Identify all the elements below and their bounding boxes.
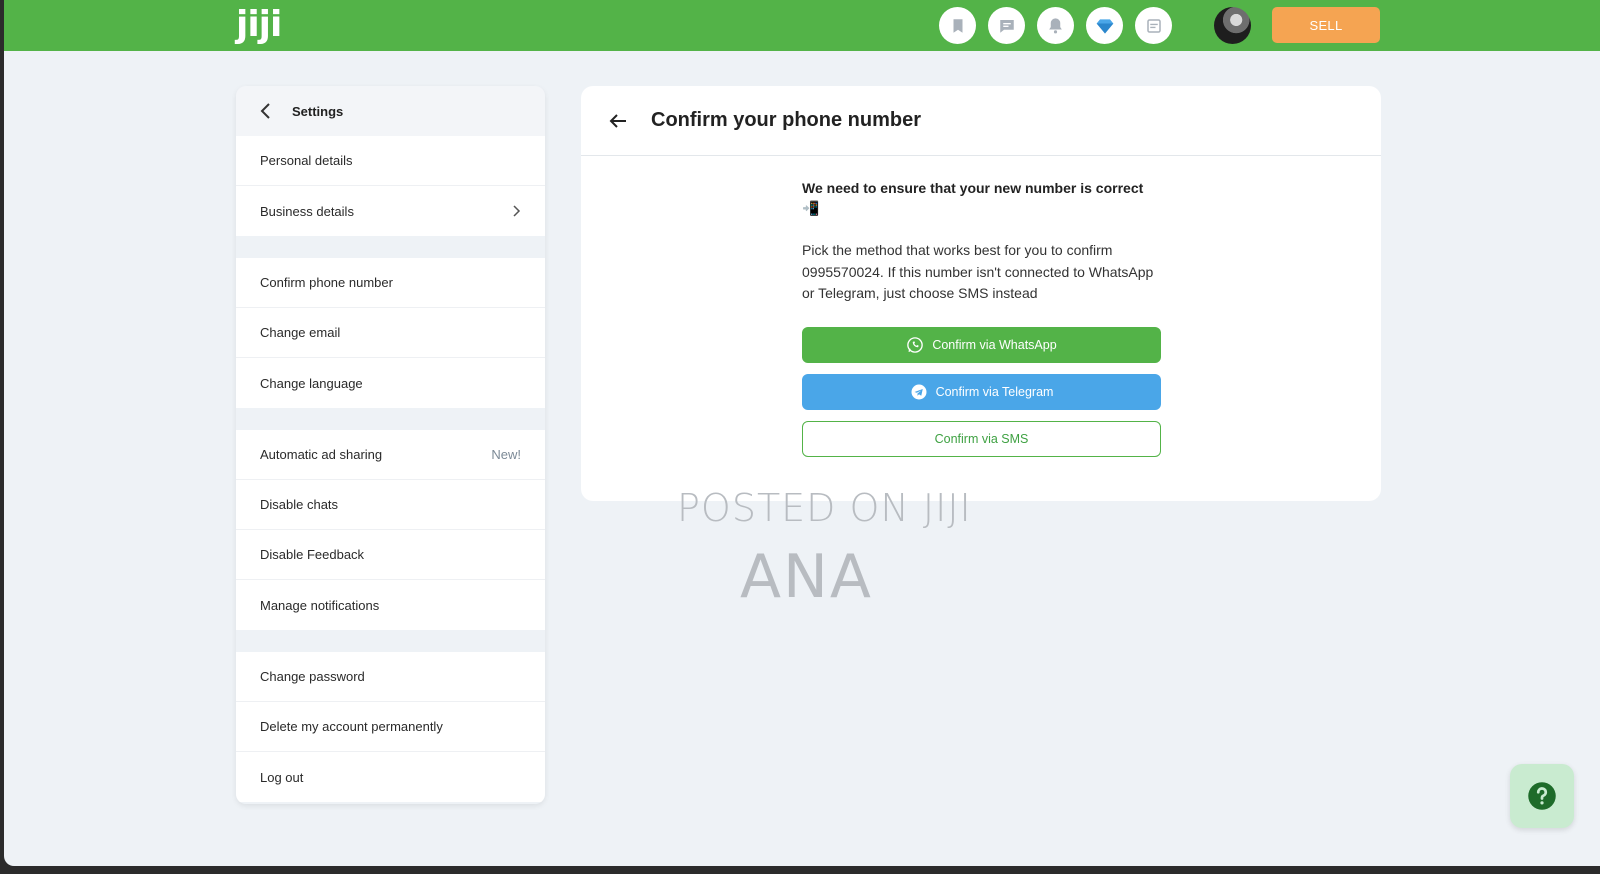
sidebar-item-label: Disable Feedback — [260, 547, 365, 562]
whatsapp-button-label: Confirm via WhatsApp — [932, 337, 1057, 352]
sidebar-group: Change password Delete my account permane… — [236, 652, 545, 802]
sidebar-menu: Personal details Business details Confirm … — [236, 136, 545, 802]
sidebar-item-label: Change email — [260, 325, 341, 340]
sidebar-item-label: Disable chats — [260, 497, 339, 512]
whatsapp-icon — [906, 336, 924, 354]
sidebar-group: Automatic ad sharing New! Disable chats Dis… — [236, 430, 545, 630]
lead-text: We need to ensure that your new number i… — [802, 180, 1144, 216]
sidebar-item-label: Personal details — [260, 153, 353, 168]
sidebar-group-divider — [236, 236, 545, 258]
new-badge: New! — [491, 447, 521, 462]
sidebar-item-log-out[interactable]: Log out — [236, 752, 545, 802]
sidebar-item-business-details[interactable]: Business details — [236, 186, 545, 236]
bookmark-icon[interactable] — [939, 7, 976, 44]
sidebar-title: Settings — [292, 103, 344, 119]
confirm-telegram-button[interactable]: Confirm via Telegram — [802, 373, 1161, 410]
telegram-icon — [910, 383, 928, 401]
card-body: We need to ensure that your new number i… — [802, 178, 1162, 457]
chat-icon[interactable] — [988, 7, 1025, 44]
sidebar-item-label: Log out — [260, 769, 304, 785]
sidebar-group: Personal details Business details — [236, 136, 545, 236]
sidebar-item-disable-feedback[interactable]: Disable Feedback — [236, 530, 545, 580]
help-button[interactable] — [1510, 764, 1574, 828]
user-avatar[interactable] — [1214, 7, 1251, 44]
confirm-whatsapp-button[interactable]: Confirm via WhatsApp — [802, 326, 1161, 363]
sidebar-item-change-password[interactable]: Change password — [236, 652, 545, 702]
watermark-posted-on: POSTED ON JIJI — [677, 486, 972, 530]
sidebar-item-delete-my-account-permanently[interactable]: Delete my account permanently — [236, 702, 545, 752]
sidebar-header[interactable]: Settings — [236, 86, 545, 136]
adverts-icon[interactable] — [1135, 7, 1172, 44]
page-title: Confirm your phone number — [651, 109, 921, 131]
sidebar-item-manage-notifications[interactable]: Manage notifications — [236, 580, 545, 630]
bell-icon[interactable] — [1037, 7, 1074, 44]
back-chevron-icon[interactable] — [258, 102, 282, 120]
description-text: Pick the method that works best for you … — [802, 242, 1154, 301]
watermark-name: ANA — [740, 542, 873, 612]
back-arrow-icon[interactable] — [609, 113, 629, 129]
sidebar-group-divider — [236, 408, 545, 430]
jiji-logo[interactable]: jiji — [236, 5, 282, 45]
telegram-button-label: Confirm via Telegram — [935, 384, 1054, 399]
sidebar-item-label: Change language — [260, 375, 363, 391]
top-navigation-bar: jiji SELL — [4, 0, 1600, 51]
sidebar-item-confirm-phone-number[interactable]: Confirm phone number — [236, 258, 545, 308]
sell-button[interactable]: SELL — [1272, 7, 1380, 43]
sidebar-group: Confirm phone number Change email Change l… — [236, 258, 545, 408]
confirm-phone-card: Confirm your phone number We need to ens… — [581, 86, 1381, 501]
app-frame: jiji SELL Settings Personal details Busin… — [4, 0, 1600, 866]
diamond-icon[interactable] — [1086, 7, 1123, 44]
question-icon — [1527, 781, 1557, 811]
sidebar-item-label: Confirm phone number — [260, 275, 393, 290]
sidebar-item-label: Change password — [260, 669, 365, 684]
sidebar-item-personal-details[interactable]: Personal details — [236, 136, 545, 186]
chevron-right-icon — [512, 204, 521, 218]
sidebar-item-automatic-ad-sharing[interactable]: Automatic ad sharing New! — [236, 430, 545, 480]
settings-sidebar: Settings Personal details Business detail… — [236, 86, 545, 804]
sidebar-item-change-email[interactable]: Change email — [236, 308, 545, 358]
sidebar-item-label: Business details — [260, 203, 354, 219]
sidebar-item-label: Manage notifications — [260, 597, 380, 613]
sidebar-item-disable-chats[interactable]: Disable chats — [236, 480, 545, 530]
sidebar-item-change-language[interactable]: Change language — [236, 358, 545, 408]
confirm-sms-button[interactable]: Confirm via SMS — [802, 420, 1161, 457]
sms-button-label: Confirm via SMS — [934, 431, 1029, 446]
card-header: Confirm your phone number — [581, 86, 1381, 156]
sidebar-item-label: Delete my account permanently — [260, 719, 443, 734]
sidebar-group-divider — [236, 630, 545, 652]
sidebar-item-label: Automatic ad sharing — [260, 447, 383, 462]
